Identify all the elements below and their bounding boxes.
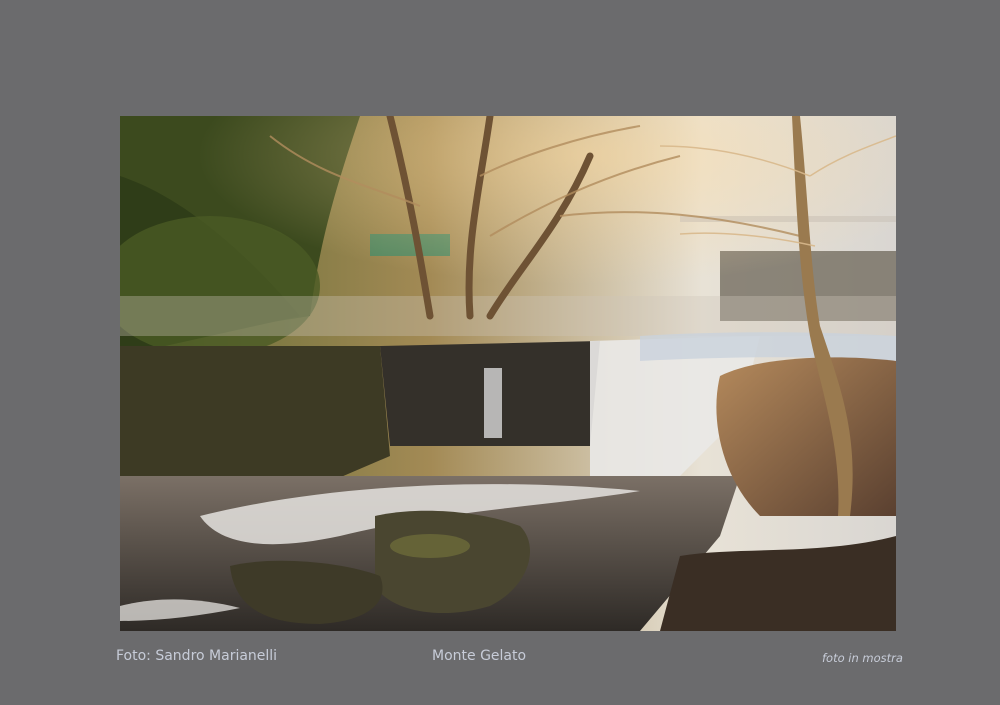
photo-title: Monte Gelato <box>432 648 527 664</box>
photo-credit: Foto: Sandro Marianelli <box>116 648 278 664</box>
waterfall-scene <box>120 116 896 631</box>
waterfall-photo <box>120 116 896 631</box>
photo-note: foto in mostra <box>822 651 903 665</box>
